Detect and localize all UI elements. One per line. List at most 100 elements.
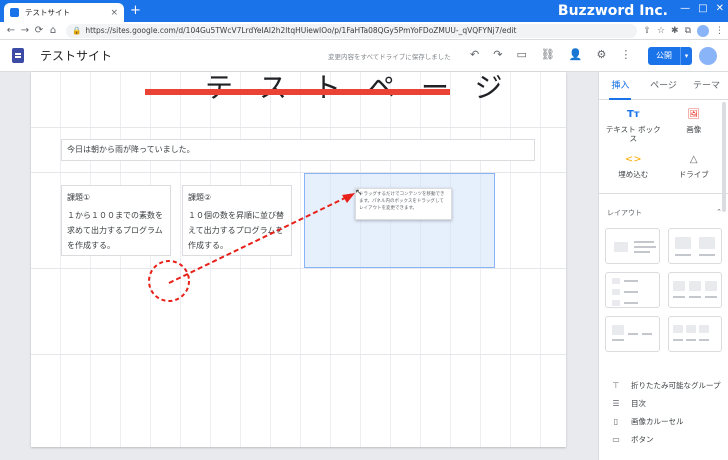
insert-grid: Tт テキスト ボックス 🖼 画像 <> 埋め込む △ ドライブ [599,100,728,183]
undo-icon[interactable]: ↶ [470,48,479,61]
close-window-icon[interactable]: ✕ [716,3,724,14]
layout-text-line [698,339,709,341]
publish-button[interactable]: 公開 [648,47,680,65]
embed-icon: <> [624,154,642,165]
drag-preview-tooltip: ドラッグするだけでコンテンツを移動できます。パネル内のボックスをドラッグしてレイ… [355,188,452,220]
tab-close-icon[interactable]: × [110,8,118,18]
insert-image[interactable]: 🖼 画像 [664,110,725,143]
url-input[interactable]: 🔒 https://sites.google.com/d/104Gu5TWcV7… [66,23,638,38]
publish-dropdown-icon[interactable]: ▾ [680,47,692,65]
task1-title: 課題① [67,193,91,202]
layout-image-icon [614,242,628,252]
layout-text-line [634,251,650,253]
button-icon: ▭ [612,434,620,444]
tooltip-text: ドラッグするだけでコンテンツを移動できます。パネル内のボックスをドラッグしてレイ… [359,192,445,211]
layout-text-line [674,254,691,256]
layout-option-3[interactable] [605,272,660,308]
puzzle-icon[interactable]: ⧉ [685,26,691,36]
layout-text-line [642,333,652,335]
tab-insert[interactable]: 挿入 [599,72,642,99]
heading-underline-bar [145,89,450,95]
settings-icon[interactable]: ⚙ [597,48,607,61]
layout-image-icon [698,237,715,249]
maximize-icon[interactable]: □ [698,3,707,14]
link-icon[interactable]: ⛓ [541,48,555,61]
layout-text-line [704,296,717,298]
minimize-icon[interactable]: — [680,3,690,14]
redo-icon[interactable]: ↷ [493,48,502,61]
text-box-task1[interactable]: 課題① １から１００までの素数を求めて出力するプログラムを作成する。 [61,185,171,256]
share-icon[interactable]: ⇪ [643,26,651,36]
site-name[interactable]: テストサイト [40,47,112,64]
carousel-icon: ▯ [613,416,619,426]
text-box-intro[interactable]: 今日は朝から雨が降っていました。 [61,139,535,161]
profile-avatar[interactable] [697,24,709,37]
insert-embed-label: 埋め込む [618,170,649,179]
layout-label: レイアウト [607,209,642,217]
layout-text-line [672,296,685,298]
editor-canvas: テストページ 今日は朝から雨が降っていました。 課題① １から１００までの素数を… [0,72,598,460]
url-text: https://sites.google.com/d/104Gu5TWcV7Lr… [85,26,517,35]
more-icon[interactable]: ⋮ [620,48,631,61]
layout-image-icon [612,278,620,284]
insert-button[interactable]: ▭ ボタン [609,430,728,448]
insert-text-box[interactable]: Tт テキスト ボックス [603,110,664,144]
layout-text-line [624,291,638,293]
home-icon[interactable]: ⌂ [46,25,60,36]
layout-text-line [688,296,701,298]
layout-option-5[interactable] [605,316,660,352]
layout-section-header[interactable]: レイアウト ⌃ [599,193,728,224]
text-box-task2[interactable]: 課題② １０個の数を昇順に並び替えて出力するプログラムを作成する。 [182,185,292,256]
toc-label: 目次 [631,398,646,408]
back-icon[interactable]: ← [4,25,18,36]
layout-option-4[interactable] [667,272,722,308]
account-avatar[interactable] [699,47,717,65]
layout-image-icon [672,325,683,333]
layout-image-icon [612,325,624,335]
layout-text-line [624,280,638,282]
forward-icon[interactable]: → [18,25,32,36]
panel-scrollbar[interactable] [722,102,726,212]
insert-collapsible-group[interactable]: ⊤ 折りたたみ可能なグループ [609,376,728,394]
brand-watermark: Buzzword Inc. [557,3,668,19]
sites-header: テストサイト 変更内容をすべてドライブに保存しました ↶ ↷ ▭ ⛓ 👤 ⚙ ⋮… [0,40,728,72]
browser-menu-icon[interactable]: ⋮ [715,26,724,36]
insert-drive[interactable]: △ ドライブ [664,154,725,180]
sites-logo-icon[interactable] [12,48,24,63]
image-icon: 🖼 [687,109,701,120]
layout-thumbnails [599,224,728,352]
page-canvas[interactable]: テストページ 今日は朝から雨が降っていました。 課題① １から１００までの素数を… [31,72,566,447]
drive-icon: △ [689,154,698,165]
layout-option-6[interactable] [667,316,722,352]
tab-pages[interactable]: ページ [642,72,685,99]
layout-text-line [672,339,683,341]
section-divider [31,354,566,355]
layout-text-line [698,254,715,256]
layout-text-line [612,339,624,341]
tab-themes[interactable]: テーマ [685,72,728,99]
extension-icon[interactable]: ✱ [671,26,679,36]
task2-title: 課題② [188,193,212,202]
insert-image-carousel[interactable]: ▯ 画像カルーセル [609,412,728,430]
panel-tabs: 挿入 ページ テーマ [599,72,728,100]
publish-button-group: 公開 ▾ [648,47,692,65]
layout-option-2[interactable] [667,228,722,264]
preview-icon[interactable]: ▭ [516,48,526,61]
active-tab-indicator [609,98,631,100]
share-user-icon[interactable]: 👤 [569,48,583,61]
layout-text-line [634,241,654,243]
layout-text-line [628,333,638,335]
browser-tab[interactable]: テストサイト × [4,3,124,22]
sites-favicon-icon [10,8,19,17]
bookmark-star-icon[interactable]: ☆ [657,26,665,36]
new-tab-button[interactable]: + [130,4,141,18]
window-controls: — □ ✕ [680,3,724,14]
insert-table-of-contents[interactable]: ☰ 目次 [609,394,728,412]
layout-image-icon [612,289,620,295]
layout-image-icon [688,281,701,291]
layout-image-icon [685,325,696,333]
insert-embed[interactable]: <> 埋め込む [603,154,664,180]
task1-body: １から１００までの素数を求めて出力するプログラムを作成する。 [67,211,163,250]
layout-option-1[interactable] [605,228,660,264]
reload-icon[interactable]: ⟳ [32,25,46,36]
